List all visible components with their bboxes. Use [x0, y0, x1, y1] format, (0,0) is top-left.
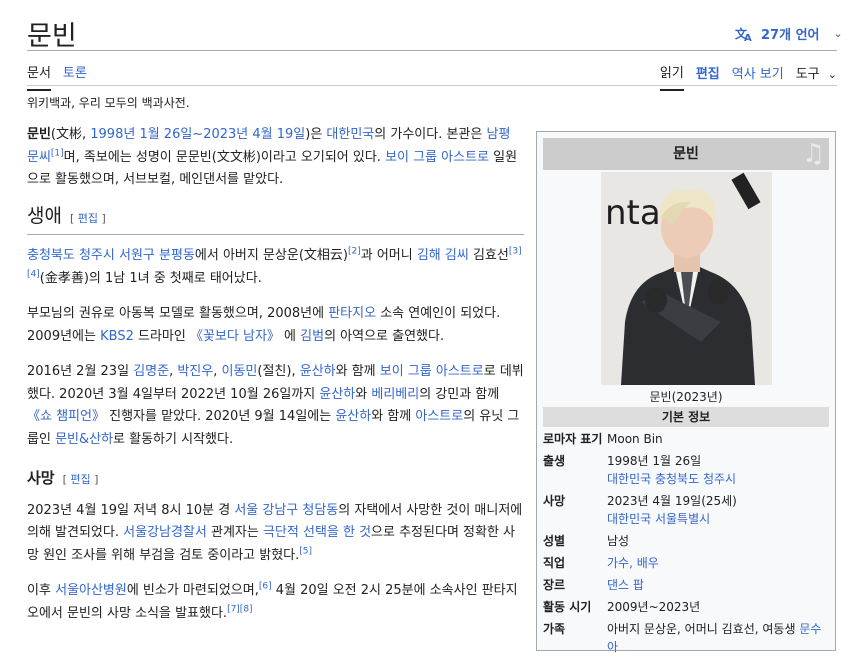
infobox-photo[interactable]: ntasio	[601, 172, 772, 385]
infobox-header: 문빈 ♫	[543, 138, 829, 170]
infobox-row-family: 가족 아버지 문상운, 어머니 김효선, 여동생 문수아	[543, 622, 822, 654]
tab-read[interactable]: 읽기	[659, 62, 684, 91]
section-edit-link[interactable]: [ 편집 ]	[63, 473, 99, 486]
link-member[interactable]: 윤산하	[335, 409, 371, 424]
life-paragraph-1: 충청북도 청주시 서원구 분평동에서 아버지 문상운(文相云)[2]과 어머니 …	[27, 246, 522, 286]
subject-name: 문빈	[27, 127, 51, 142]
link-member[interactable]: 김명준	[133, 364, 169, 379]
link-genre[interactable]: 댄스 팝	[607, 576, 831, 594]
namespace-tabs: 문서 토론	[27, 62, 87, 91]
svg-text:A: A	[744, 33, 752, 42]
link-member[interactable]: 윤산하	[319, 387, 355, 402]
infobox-row-occupation: 직업 가수, 배우	[543, 554, 831, 572]
link-group[interactable]: 보이 그룹 아스트로	[385, 150, 489, 165]
link-group[interactable]: 보이 그룹 아스트로	[380, 364, 484, 379]
infobox-row-death: 사망 2023년 4월 19일(25세) 대한민국 서울특별시	[543, 492, 831, 528]
chevron-down-icon: ⌄	[827, 68, 837, 81]
chevron-down-icon: ⌄	[833, 27, 843, 40]
section-heading-life: 생애[ 편집 ]	[27, 205, 524, 235]
intro-paragraph: 문빈(文彬, 1998년 1월 26일~2023년 4월 19일)은 대한민국의…	[27, 127, 518, 187]
tabs-divider	[27, 85, 837, 86]
ref-7-8[interactable]: [7][8]	[227, 604, 253, 614]
view-tabs: 읽기 편집 역사 보기 도구 ⌄	[659, 62, 837, 91]
death-paragraph-1: 2023년 4월 19일 저녁 8시 10분 경 서울 강남구 청담동의 자택에…	[27, 502, 523, 563]
infobox-section-header: 기본 정보	[543, 407, 829, 427]
link-astro[interactable]: 아스트로	[415, 409, 463, 424]
article-body: 문빈(文彬, 1998년 1월 26일~2023년 4월 19일)은 대한민국의…	[27, 124, 524, 638]
link-unit[interactable]: 문빈&산하	[55, 432, 113, 447]
link-mother-clan[interactable]: 김해 김씨	[417, 248, 469, 263]
link-kim-bum[interactable]: 김범	[300, 329, 324, 344]
infobox-row-genre: 장르 댄스 팝	[543, 576, 831, 594]
link-verivery[interactable]: 베리베리	[371, 387, 419, 402]
translate-icon: 文 A	[735, 26, 752, 42]
life-paragraph-3: 2016년 2월 23일 김명준, 박진우, 이동민(절친), 윤산하와 함께 …	[27, 364, 524, 447]
ref-5[interactable]: [5]	[299, 546, 312, 556]
music-note-icon: ♫	[801, 139, 825, 169]
ref-6[interactable]: [6]	[259, 582, 272, 592]
section-heading-death: 사망[ 편집 ]	[27, 469, 99, 487]
infobox: 문빈 ♫ ntasio 문빈(2023년) 기본 정보 로마자 표기 Moon …	[536, 131, 836, 654]
link-member[interactable]: 윤산하	[300, 364, 336, 379]
ref-2[interactable]: [2]	[348, 247, 361, 257]
link-birthplace[interactable]: 대한민국 충청북도 청주시	[607, 470, 831, 488]
tab-article[interactable]: 문서	[27, 62, 51, 91]
title-divider	[27, 50, 837, 51]
infobox-row-active: 활동 시기 2009년~2023년	[543, 600, 701, 614]
link-deathplace[interactable]: 대한민국 서울특별시	[607, 510, 831, 528]
infobox-caption: 문빈(2023년)	[649, 390, 723, 404]
infobox-rows: 로마자 표기 Moon Bin 출생 1998년 1월 26일 대한민국 충청북…	[543, 430, 831, 660]
section-edit-link[interactable]: [ 편집 ]	[70, 212, 106, 225]
site-tagline: 위키백과, 우리 모두의 백과사전.	[27, 96, 190, 110]
link-fantagio[interactable]: 판타지오	[328, 306, 376, 321]
link-member[interactable]: 이동민	[222, 364, 258, 379]
link-police[interactable]: 서울강남경찰서	[123, 525, 207, 540]
portrait-image: ntasio	[601, 172, 772, 385]
life-paragraph-2: 부모님의 권유로 아동복 모델로 활동했으며, 2008년에 판타지오 소속 연…	[27, 306, 501, 344]
infobox-title: 문빈	[673, 146, 699, 162]
link-suicide[interactable]: 극단적 선택을 한 것	[263, 525, 371, 540]
link-member[interactable]: 박진우	[177, 364, 213, 379]
link-show-champion[interactable]: 《쇼 챔피언》	[27, 409, 105, 424]
link-birthplace[interactable]: 충청북도 청주시 서원구 분평동	[27, 248, 195, 263]
ref-1[interactable]: [1]	[51, 148, 64, 158]
language-button[interactable]: 文 A 27개 언어 ⌄	[735, 24, 843, 44]
tab-tools-label: 도구	[795, 67, 820, 82]
tab-talk[interactable]: 토론	[63, 62, 87, 91]
infobox-row-gender: 성별 남성	[543, 534, 630, 548]
language-button-label: 27개 언어	[761, 28, 820, 43]
link-dates[interactable]: 1998년 1월 26일~2023년 4월 19일	[90, 127, 305, 142]
link-cheongdam[interactable]: 서울 강남구 청담동	[234, 503, 338, 518]
infobox-row-birth: 출생 1998년 1월 26일 대한민국 충청북도 청주시	[543, 452, 831, 488]
page-title: 문빈	[27, 21, 77, 52]
link-occupation[interactable]: 가수, 배우	[607, 554, 831, 572]
link-drama[interactable]: 《꽃보다 남자》	[190, 329, 280, 344]
infobox-row-romanization: 로마자 표기 Moon Bin	[543, 432, 663, 446]
link-kbs2[interactable]: KBS2	[100, 329, 134, 344]
link-country[interactable]: 대한민국	[326, 127, 374, 142]
death-paragraph-2: 이후 서울아산병원에 빈소가 마련되었으며,[6] 4월 20일 오전 2시 2…	[27, 581, 518, 621]
link-hospital[interactable]: 서울아산병원	[55, 583, 127, 598]
